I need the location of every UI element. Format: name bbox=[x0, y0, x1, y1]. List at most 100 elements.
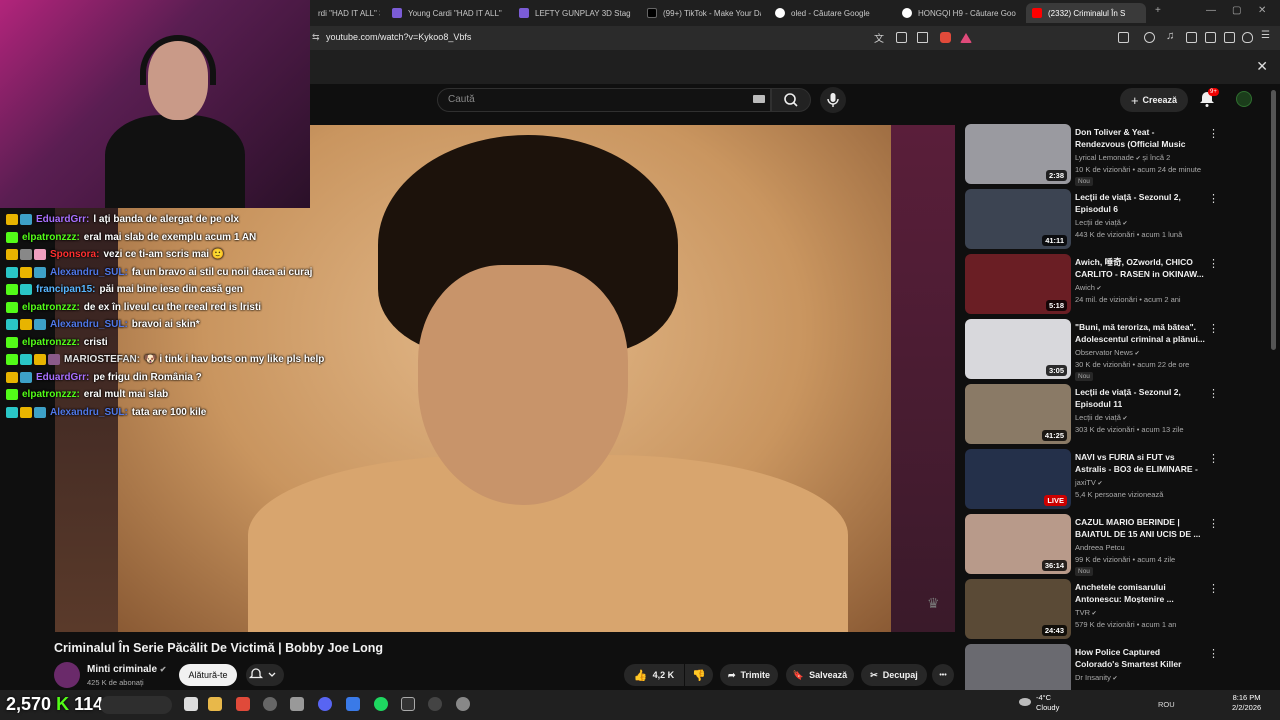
recommended-title[interactable]: Lecții de viață - Sezonul 2, Episodul 6 bbox=[1075, 191, 1205, 215]
like-button[interactable]: 👍 4,2 K bbox=[624, 664, 684, 686]
recommended-title[interactable]: Don Toliver & Yeat - Rendezvous (Officia… bbox=[1075, 126, 1205, 151]
new-tab-button[interactable]: + bbox=[1155, 5, 1161, 16]
save-button[interactable]: 🔖 Salvează bbox=[786, 664, 854, 686]
recommended-channel[interactable]: TVR ✔ bbox=[1075, 608, 1097, 617]
obs-icon[interactable] bbox=[428, 697, 442, 711]
video-thumbnail[interactable]: 36:14 bbox=[965, 514, 1071, 574]
more-options-icon[interactable]: ⋮ bbox=[1208, 647, 1219, 660]
channel-avatar[interactable] bbox=[54, 662, 80, 688]
close-icon[interactable]: ✕ bbox=[1256, 58, 1268, 75]
chat-username[interactable]: EduardGrr: bbox=[36, 372, 89, 383]
chat-username[interactable]: elpatronzzz: bbox=[22, 389, 80, 400]
menu-icon[interactable]: ☰ bbox=[1261, 30, 1272, 41]
clip-button[interactable]: ✂ Decupaj bbox=[861, 664, 927, 686]
keyboard-icon[interactable] bbox=[753, 95, 765, 103]
extensions-icon[interactable] bbox=[1118, 32, 1129, 43]
recommended-channel[interactable]: Awich ✔ bbox=[1075, 283, 1102, 292]
site-info-icon[interactable]: ⇆ bbox=[312, 32, 320, 43]
sidebar-icon[interactable] bbox=[1186, 32, 1197, 43]
recommended-channel[interactable]: Andreea Petcu bbox=[1075, 543, 1125, 552]
more-options-icon[interactable]: ⋮ bbox=[1208, 322, 1219, 335]
recommended-channel[interactable]: Lecții de viață ✔ bbox=[1075, 413, 1128, 422]
chat-username[interactable]: elpatronzzz: bbox=[22, 302, 80, 313]
steam-icon[interactable] bbox=[263, 697, 277, 711]
weather-widget[interactable]: -4°C Cloudy bbox=[1036, 693, 1059, 713]
chat-username[interactable]: Alexandru_SUL: bbox=[50, 407, 128, 418]
settings-icon[interactable] bbox=[456, 697, 470, 711]
browser-tab-active[interactable]: (2332) Criminalul În S bbox=[1026, 3, 1146, 23]
app-icon[interactable] bbox=[346, 697, 360, 711]
brave-shields-icon[interactable] bbox=[940, 32, 951, 43]
recommended-channel[interactable]: Lyrical Lemonade ✔ și încă 2 bbox=[1075, 153, 1170, 162]
maximize-icon[interactable]: ▢ bbox=[1232, 5, 1241, 16]
recommended-title[interactable]: Anchetele comisarului Antonescu: Moșteni… bbox=[1075, 581, 1205, 605]
system-tray[interactable]: ROU bbox=[1158, 700, 1175, 709]
shield-icon[interactable] bbox=[1242, 32, 1253, 43]
create-button[interactable]: + Creează bbox=[1120, 88, 1188, 112]
video-thumbnail[interactable]: 24:43 bbox=[965, 579, 1071, 639]
minimize-icon[interactable]: — bbox=[1206, 5, 1216, 16]
browser-tab[interactable]: Young Cardi "HAD IT ALL" 3D bbox=[392, 3, 504, 23]
spotify-icon[interactable] bbox=[374, 697, 388, 711]
cast-icon[interactable] bbox=[896, 32, 907, 43]
video-thumbnail[interactable]: 5:18 bbox=[965, 254, 1071, 314]
join-button[interactable]: Alătură-te bbox=[179, 664, 237, 686]
recommended-title[interactable]: CAZUL MARIO BERINDE | BAIATUL DE 15 ANI … bbox=[1075, 516, 1205, 540]
recommended-title[interactable]: "Buni, mă teroriza, mă bătea". Adolescen… bbox=[1075, 321, 1205, 345]
store-icon[interactable] bbox=[290, 697, 304, 711]
recommended-title[interactable]: Lecții de viață - Sezonul 2, Episodul 11 bbox=[1075, 386, 1205, 410]
task-view-icon[interactable] bbox=[184, 697, 198, 711]
more-options-icon[interactable]: ⋮ bbox=[1208, 452, 1219, 465]
share-icon[interactable] bbox=[917, 32, 928, 43]
account-avatar[interactable] bbox=[1236, 91, 1252, 107]
recommended-video[interactable]: 5:18 Awich, 唾奇, OZworld, CHICO CARLITO - … bbox=[965, 254, 1220, 314]
recommended-video[interactable]: 3:05 "Buni, mă teroriza, mă bătea". Adole… bbox=[965, 319, 1220, 381]
chat-username[interactable]: Alexandru_SUL: bbox=[50, 267, 128, 278]
share-button[interactable]: ➦ Trimite bbox=[720, 664, 778, 686]
close-window-icon[interactable]: ✕ bbox=[1258, 5, 1266, 16]
chat-username[interactable]: MARIOSTEFAN: bbox=[64, 354, 140, 365]
channel-name[interactable]: Minti criminale ✔ bbox=[87, 664, 167, 675]
chat-username[interactable]: Sponsora: bbox=[50, 249, 99, 260]
recommended-title[interactable]: Awich, 唾奇, OZworld, CHICO CARLITO - RASE… bbox=[1075, 256, 1205, 280]
browser-tab[interactable]: HONGQI H9 - Căutare Goo bbox=[902, 3, 1018, 23]
file-explorer-icon[interactable] bbox=[208, 697, 222, 711]
video-thumbnail[interactable]: 3:05 bbox=[965, 319, 1071, 379]
recommended-video[interactable]: 41:11 Lecții de viață - Sezonul 2, Episod… bbox=[965, 189, 1220, 249]
dislike-button[interactable]: 👎 bbox=[685, 664, 713, 686]
url-field[interactable]: youtube.com/watch?v=Kykoo8_Vbfs bbox=[326, 32, 471, 42]
more-options-icon[interactable]: ⋮ bbox=[1208, 387, 1219, 400]
voice-search-button[interactable] bbox=[820, 87, 846, 113]
chat-username[interactable]: elpatronzzz: bbox=[22, 337, 80, 348]
recommended-title[interactable]: NAVI vs FURIA si FUT vs Astralis - BO3 d… bbox=[1075, 451, 1205, 476]
more-options-icon[interactable]: ⋮ bbox=[1208, 192, 1219, 205]
chat-username[interactable]: francipan15: bbox=[36, 284, 95, 295]
more-options-icon[interactable]: ⋮ bbox=[1208, 517, 1219, 530]
chat-username[interactable]: elpatronzzz: bbox=[22, 232, 80, 243]
video-thumbnail[interactable]: 41:11 bbox=[965, 189, 1071, 249]
video-thumbnail[interactable]: 41:25 bbox=[965, 384, 1071, 444]
recommended-channel[interactable]: jaxiTV ✔ bbox=[1075, 478, 1103, 487]
video-thumbnail[interactable]: LIVE bbox=[965, 449, 1071, 509]
downloads-icon[interactable] bbox=[1224, 32, 1235, 43]
more-options-icon[interactable]: ⋮ bbox=[1208, 582, 1219, 595]
recommended-channel[interactable]: Dr Insanity ✔ bbox=[1075, 673, 1118, 682]
browser-tab[interactable]: rdi "HAD IT ALL" 3D bbox=[318, 3, 380, 23]
search-button[interactable] bbox=[771, 88, 811, 112]
search-input[interactable]: Caută bbox=[437, 88, 771, 112]
media-icon[interactable]: ♫ bbox=[1166, 30, 1177, 42]
recommended-title[interactable]: How Police Captured Colorado's Smartest … bbox=[1075, 646, 1205, 670]
channel-watermark-icon[interactable]: ♛ bbox=[927, 595, 940, 612]
recommended-channel[interactable]: Lecții de viață ✔ bbox=[1075, 218, 1128, 227]
more-options-icon[interactable]: ⋮ bbox=[1208, 257, 1219, 270]
discord-icon[interactable] bbox=[318, 697, 332, 711]
recommended-video[interactable]: 2:38 Don Toliver & Yeat - Rendezvous (Off… bbox=[965, 124, 1220, 186]
taskbar-clock[interactable]: 8:16 PM 2/2/2026 bbox=[1232, 693, 1261, 713]
recommended-video[interactable]: 24:43 Anchetele comisarului Antonescu: Mo… bbox=[965, 579, 1220, 639]
recommended-video[interactable]: LIVE NAVI vs FURIA si FUT vs Astralis - B… bbox=[965, 449, 1220, 509]
app-icon[interactable] bbox=[401, 697, 415, 711]
recommended-channel[interactable]: Observator News ✔ bbox=[1075, 348, 1140, 357]
taskbar-search[interactable] bbox=[100, 696, 172, 714]
translate-icon[interactable]: 文 bbox=[874, 30, 885, 45]
rewards-icon[interactable] bbox=[960, 33, 972, 43]
